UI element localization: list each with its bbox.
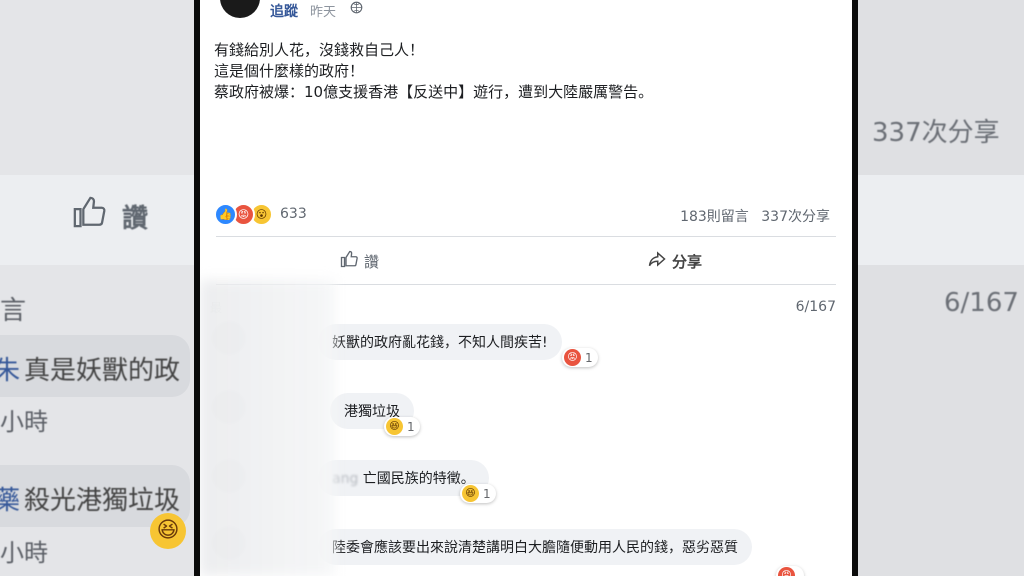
author-avatar[interactable] [220, 0, 260, 18]
comment-bubble: 妖獸的政府亂花錢，不知人間疾苦! [318, 324, 562, 360]
post-line-2: 這是個什麼樣的政府！ [214, 62, 365, 80]
comments-count-link[interactable]: 183則留言 [680, 209, 749, 225]
bg-comment2-text: 殺光港獨垃圾 [24, 486, 181, 516]
zoomed-background-left: 讚 言 朱 真是妖獸的政 小時 藥 殺光港獨垃圾 小時 😆 [0, 0, 196, 576]
bg-comment-counter: 6/167 [944, 288, 1019, 318]
angry-reaction-icon: 😡 [564, 349, 581, 366]
post-stats: 183則留言 337次分享 [672, 206, 830, 226]
comment-reaction[interactable]: 😆 1 [384, 417, 420, 436]
facebook-post: 追蹤 昨天 有錢給別人花，沒錢救自己人！ 這是個什麼樣的政府！ 蔡政府被爆：10… [200, 0, 852, 576]
comment-counter: 6/167 [795, 299, 836, 315]
haha-reaction-icon: 😆 [462, 485, 479, 502]
bg-shares-count: 337次分享 [872, 118, 1000, 148]
like-button[interactable]: 讚 [340, 250, 379, 273]
share-button[interactable]: 分享 [648, 250, 702, 273]
bg-comment2-name: 藥 [0, 486, 21, 516]
phone-frame-right [852, 0, 858, 576]
comment-text: 陸委會應該要出來說清楚講明白大膽隨便動用人民的錢，惡劣惡質 [332, 540, 738, 556]
bg-comment2-time: 小時 [0, 539, 48, 567]
comment-reaction-count: 1 [483, 486, 491, 501]
zoomed-background-right: 337次分享 6/167 [858, 0, 1024, 576]
bg-comments-label: 言 [0, 296, 27, 326]
thumbs-up-icon [340, 250, 358, 273]
comment-reaction[interactable]: 😆 1 [460, 484, 496, 503]
comment-text: 妖獸的政府亂花錢，不知人間疾苦! [332, 335, 548, 351]
comment-reaction[interactable]: 😡 1 [562, 348, 598, 367]
globe-icon [350, 1, 363, 18]
haha-reaction-icon: 😆 [386, 418, 403, 435]
bg-comment1-name: 朱 [0, 356, 21, 386]
comment-reaction-count: 1 [585, 350, 593, 365]
divider [216, 236, 836, 237]
haha-emoji-icon: 😆 [150, 513, 186, 549]
angry-reaction-icon: 😡 [778, 567, 795, 576]
privacy-blur-mask [200, 280, 335, 576]
like-button-label: 讚 [364, 253, 380, 271]
share-arrow-icon [648, 250, 666, 273]
comment-reaction[interactable]: 😡 [776, 566, 804, 576]
like-reaction-icon: 👍 [214, 202, 237, 226]
comment-reaction-count: 1 [407, 419, 415, 434]
post-line-3: 蔡政府被爆：10億支援香港【反送中】遊行，遭到大陸嚴厲警告。 [214, 83, 654, 101]
share-button-label: 分享 [672, 253, 703, 271]
follow-link[interactable]: 追蹤 [270, 1, 298, 21]
shares-count-link[interactable]: 337次分享 [761, 209, 830, 225]
thumbs-up-icon [72, 195, 106, 229]
post-time[interactable]: 昨天 [310, 1, 336, 20]
bg-comment1-time: 小時 [0, 408, 48, 436]
bg-comment1-text: 真是妖獸的政 [24, 356, 181, 386]
commenter-name[interactable]: ang [332, 471, 358, 487]
comment-bubble: 陸委會應該要出來說清楚講明白大膽隨便動用人民的錢，惡劣惡質 [318, 529, 752, 565]
bg-like-label: 讚 [122, 204, 149, 234]
comment-text: 亡國民族的特徵。 [362, 471, 475, 487]
post-line-1: 有錢給別人花，沒錢救自己人！ [214, 41, 425, 59]
post-text: 有錢給別人花，沒錢救自己人！ 這是個什麼樣的政府！ 蔡政府被爆：10億支援香港【… [214, 40, 653, 103]
reaction-count: 633 [280, 206, 307, 222]
reaction-summary[interactable]: 👍 😡 😮 633 [214, 202, 307, 226]
